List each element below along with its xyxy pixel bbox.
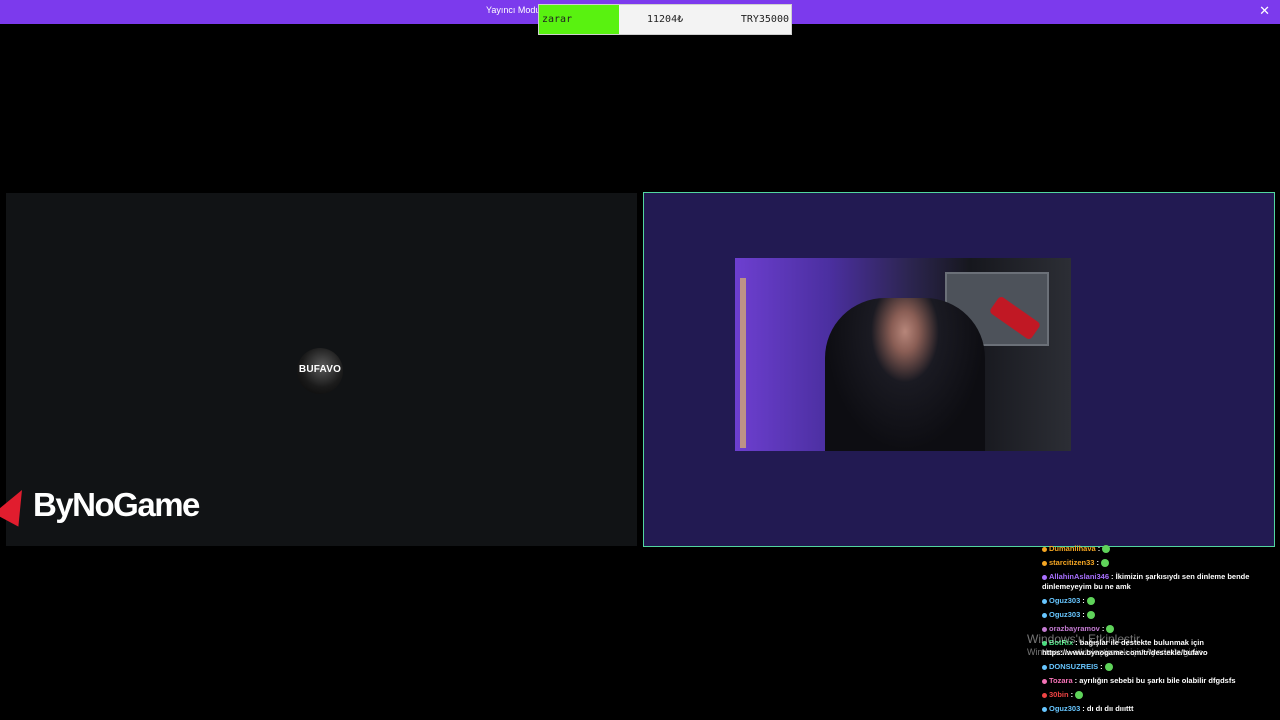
watermark-line1: Windows'u Etkinleştir xyxy=(1027,632,1140,646)
chat-username[interactable]: AllahinAslani346 xyxy=(1049,572,1109,581)
chat-username[interactable]: Dumanlihava xyxy=(1049,544,1096,553)
chat-message: Tozara: ayrılığın sebebi bu şarkı bile o… xyxy=(1040,676,1275,686)
chat-username[interactable]: 30bin xyxy=(1049,690,1069,699)
channel-avatar: BUFAVO xyxy=(297,348,343,394)
chat-badge-icon xyxy=(1042,626,1047,632)
close-icon[interactable]: ✕ xyxy=(1259,3,1270,19)
chat-username[interactable]: Oguz303 xyxy=(1049,610,1080,619)
chat-username[interactable]: DONSUZREIS xyxy=(1049,662,1098,671)
chat-emote-icon xyxy=(1075,691,1084,700)
chat-badge-icon xyxy=(1042,598,1047,604)
chat-username[interactable]: Oguz303 xyxy=(1049,704,1080,713)
chat-message: Oguz303: xyxy=(1040,596,1275,606)
streamer-webcam xyxy=(735,258,1071,451)
chat-badge-icon xyxy=(1042,692,1047,698)
bynogame-logo-text: ByNoGame xyxy=(33,486,200,523)
watermark-line2: Windows'u etkinleştirmek için Ayarlar'a … xyxy=(1027,647,1205,657)
chat-message: DONSUZREIS: xyxy=(1040,662,1275,672)
avatar-text: BUFAVO xyxy=(298,364,342,375)
chat-badge-icon xyxy=(1042,664,1047,670)
chat-emote-icon xyxy=(1102,545,1111,554)
goal-target-amount: TRY35000 xyxy=(740,14,789,25)
chat-message: AllahinAslani346: İkimizin şarkısıydı se… xyxy=(1040,572,1275,592)
window-title: Yayıncı Modu xyxy=(486,5,541,15)
chat-badge-icon xyxy=(1042,574,1047,580)
chat-badge-icon xyxy=(1042,612,1047,618)
lamp-shape xyxy=(740,278,746,448)
donation-goal-widget: zarar 11204₺ TRY35000 xyxy=(538,4,792,35)
chat-emote-icon xyxy=(1086,597,1095,606)
streamer-figure xyxy=(825,298,985,451)
goal-status-text: zarar xyxy=(542,14,573,25)
chat-username[interactable]: Oguz303 xyxy=(1049,596,1080,605)
goal-current-amount: 11204₺ xyxy=(647,14,684,25)
chat-badge-icon xyxy=(1042,546,1047,552)
chat-badge-icon xyxy=(1042,706,1047,712)
chat-badge-icon xyxy=(1042,560,1047,566)
chat-badge-icon xyxy=(1042,678,1047,684)
chat-message-text: dı dı dıı dıııttt xyxy=(1086,704,1134,713)
chat-message: starcitizen33: xyxy=(1040,558,1275,568)
chat-emote-icon xyxy=(1101,559,1110,568)
chat-message: Oguz303: dı dı dıı dıııttt xyxy=(1040,704,1275,714)
chat-username[interactable]: Tozara xyxy=(1049,676,1073,685)
windows-activation-watermark: Windows'u Etkinleştir Windows'u etkinleş… xyxy=(1027,632,1205,657)
chat-message: Dumanlihava: xyxy=(1040,544,1275,554)
chat-emote-icon xyxy=(1104,663,1113,672)
chat-message: 30bin: xyxy=(1040,690,1275,700)
chat-message-text: ayrılığın sebebi bu şarkı bile olabilir … xyxy=(1079,676,1236,685)
chat-message: Oguz303: xyxy=(1040,610,1275,620)
chat-username[interactable]: starcitizen33 xyxy=(1049,558,1094,567)
chat-emote-icon xyxy=(1086,611,1095,620)
goal-status-badge: zarar xyxy=(539,5,619,34)
